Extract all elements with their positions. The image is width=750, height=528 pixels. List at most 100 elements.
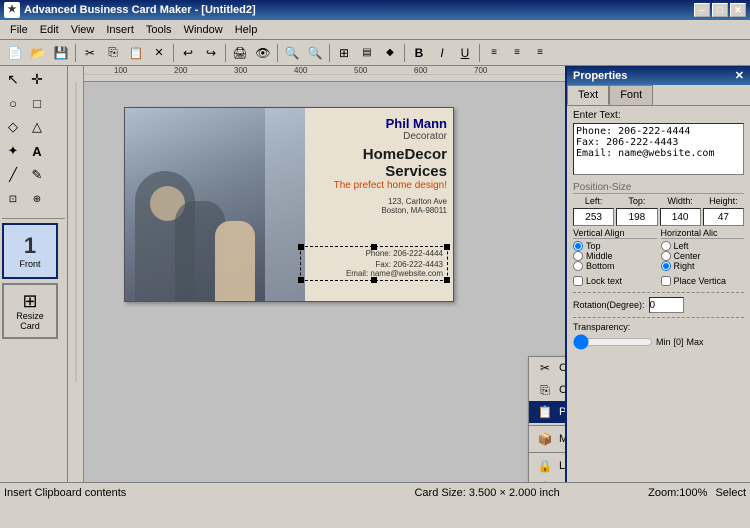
unlock-icon: 🔓 <box>537 480 553 482</box>
save-button[interactable]: 💾 <box>50 42 72 64</box>
zoom-in-button[interactable]: 🔍 <box>281 42 303 64</box>
select-tool[interactable]: ↖ <box>2 68 24 90</box>
place-vertical-label: Place Vertica <box>674 276 727 286</box>
text-input[interactable]: Phone: 206-222-4444 Fax: 206-222-4443 Em… <box>573 123 744 175</box>
radio-middle[interactable]: Middle <box>573 251 657 261</box>
canvas-area[interactable]: 100 200 300 400 500 600 700 <box>68 66 565 482</box>
italic-button[interactable]: I <box>431 42 453 64</box>
cut-button[interactable]: ✂ <box>79 42 101 64</box>
radio-left[interactable]: Left <box>661 241 745 251</box>
underline-button[interactable]: U <box>454 42 476 64</box>
card-address1: 123, Carlton Ave <box>302 197 447 206</box>
align-left-button[interactable]: ≡ <box>483 42 505 64</box>
star-tool[interactable]: ✦ <box>2 140 24 162</box>
menu-window[interactable]: Window <box>178 22 229 38</box>
radio-center[interactable]: Center <box>661 251 745 261</box>
properties-tabs: Text Font <box>567 85 750 106</box>
tab-text[interactable]: Text <box>567 85 609 105</box>
shape-button[interactable]: ◆ <box>379 42 401 64</box>
card-address2: Boston, MA-98011 <box>302 206 447 215</box>
place-vertical-checkbox[interactable] <box>661 276 671 286</box>
grid-button[interactable]: ⊞ <box>333 42 355 64</box>
lock-text-row[interactable]: Lock text <box>573 276 657 286</box>
copy-icon: ⎘ <box>537 382 553 398</box>
delete-button[interactable]: ✕ <box>148 42 170 64</box>
height-input[interactable] <box>703 208 744 226</box>
ellipse-tool[interactable]: ○ <box>2 92 24 114</box>
align-right-button[interactable]: ≡ <box>529 42 551 64</box>
radio-bottom-label: Bottom <box>586 261 615 271</box>
copy-button[interactable]: ⎘ <box>102 42 124 64</box>
left-input[interactable] <box>573 208 614 226</box>
undo-button[interactable]: ↩ <box>177 42 199 64</box>
pencil-tool[interactable]: ✎ <box>26 164 48 186</box>
ctx-unlock[interactable]: 🔓 Unlock <box>529 477 565 482</box>
ctx-cut-label: Cut <box>559 362 565 374</box>
ctx-moveto[interactable]: 📦 Move To ▶ <box>529 428 565 450</box>
horizontal-align-label: Horizontal Alic <box>661 228 745 239</box>
radio-middle-label: Middle <box>586 251 613 261</box>
place-vertical-row[interactable]: Place Vertica <box>661 276 745 286</box>
radio-bottom-input[interactable] <box>573 261 583 271</box>
object-resize[interactable]: ⊞ ResizeCard <box>2 283 58 339</box>
object-front[interactable]: 1 Front <box>2 223 58 279</box>
open-button[interactable]: 📂 <box>27 42 49 64</box>
line-tool[interactable]: ╱ <box>2 164 24 186</box>
crop-tool[interactable]: ⊡ <box>2 188 24 210</box>
ctx-paste[interactable]: 📋 Paste Ctrl+V <box>529 401 565 423</box>
bold-button[interactable]: B <box>408 42 430 64</box>
menu-file[interactable]: File <box>4 22 34 38</box>
horizontal-align-group: Horizontal Alic Left Center Right <box>661 228 745 271</box>
radio-bottom[interactable]: Bottom <box>573 261 657 271</box>
menu-edit[interactable]: Edit <box>34 22 65 38</box>
menu-tools[interactable]: Tools <box>140 22 178 38</box>
redo-button[interactable]: ↪ <box>200 42 222 64</box>
ctx-cut[interactable]: ✂ Cut Ctrl+X <box>529 357 565 379</box>
top-input[interactable] <box>616 208 657 226</box>
align-center-button[interactable]: ≡ <box>506 42 528 64</box>
move-tool[interactable]: ✛ <box>26 68 48 90</box>
zoom-out-button[interactable]: 🔍 <box>304 42 326 64</box>
preview-button[interactable]: 👁 <box>252 42 274 64</box>
table-button[interactable]: ▤ <box>356 42 378 64</box>
triangle-tool[interactable]: △ <box>26 116 48 138</box>
radio-right[interactable]: Right <box>661 261 745 271</box>
ctx-lock[interactable]: 🔒 Lock <box>529 455 565 477</box>
text-tool[interactable]: A <box>26 140 48 162</box>
radio-top-input[interactable] <box>573 241 583 251</box>
print-button[interactable]: 🖨 <box>229 42 251 64</box>
lock-text-checkbox[interactable] <box>573 276 583 286</box>
radio-left-input[interactable] <box>661 241 671 251</box>
tool-grid: ↖ ✛ ○ □ ◇ △ ✦ A ╱ ✎ ⊡ ⊕ <box>2 68 65 210</box>
max-label: Max <box>687 337 704 347</box>
left-label: Left: <box>573 196 614 206</box>
menu-insert[interactable]: Insert <box>100 22 140 38</box>
rotation-input[interactable] <box>649 297 684 313</box>
diamond-tool[interactable]: ◇ <box>2 116 24 138</box>
radio-center-input[interactable] <box>661 251 671 261</box>
radio-top[interactable]: Top <box>573 241 657 251</box>
menu-help[interactable]: Help <box>229 22 264 38</box>
radio-center-label: Center <box>674 251 701 261</box>
card-tagline: The prefect home design! <box>302 180 447 191</box>
paste-button[interactable]: 📋 <box>125 42 147 64</box>
menu-view[interactable]: View <box>65 22 101 38</box>
top-label: Top: <box>616 196 657 206</box>
zoom-tool[interactable]: ⊕ <box>26 188 48 210</box>
position-size-label: Position-Size <box>573 182 744 194</box>
properties-close-icon[interactable]: ✕ <box>735 69 744 82</box>
window-controls[interactable]: ─ □ ✕ <box>694 3 746 17</box>
radio-middle-input[interactable] <box>573 251 583 261</box>
minimize-button[interactable]: ─ <box>694 3 710 17</box>
tab-font[interactable]: Font <box>609 85 653 105</box>
ctx-copy[interactable]: ⎘ Copy Ctrl+C <box>529 379 565 401</box>
transparency-label: Transparency: <box>573 322 630 332</box>
width-input[interactable] <box>660 208 701 226</box>
radio-right-input[interactable] <box>661 261 671 271</box>
maximize-button[interactable]: □ <box>712 3 728 17</box>
sep4 <box>277 44 278 62</box>
transparency-slider[interactable] <box>573 334 653 350</box>
rect-tool[interactable]: □ <box>26 92 48 114</box>
new-button[interactable]: 📄 <box>4 42 26 64</box>
close-button[interactable]: ✕ <box>730 3 746 17</box>
